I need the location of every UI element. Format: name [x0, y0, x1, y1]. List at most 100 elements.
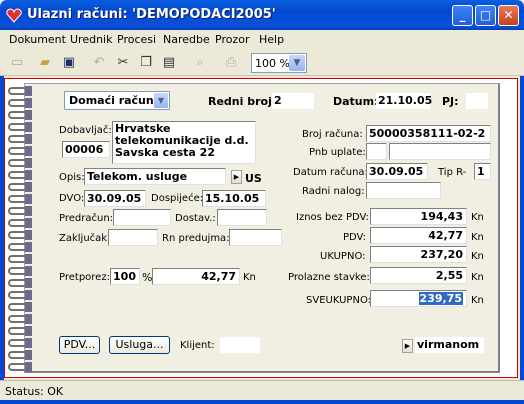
sveukupno-field[interactable]: 239,75 [370, 290, 467, 307]
spiral-ring [8, 134, 34, 144]
radni-nalog-label: Radni nalog: [302, 186, 365, 197]
datum-field[interactable]: 21.10.05 [376, 93, 432, 109]
klijent-label: Klijent: [180, 340, 215, 351]
datum-racuna-label: Datum računa: [293, 167, 368, 178]
pretporez-label: Pretporez: [59, 272, 110, 283]
opis-picker-arrow-icon[interactable]: ▶ [231, 170, 242, 184]
dospijece-field[interactable]: 15.10.05 [202, 190, 266, 207]
sveukupno-label: SVEUKUPNO: [306, 295, 372, 306]
prolazne-stavke-label: Prolazne stavke: [288, 272, 370, 283]
spiral-ring [8, 254, 34, 264]
zoom-value: 100 % [255, 57, 290, 70]
datum-racuna-field[interactable]: 30.09.05 [366, 163, 428, 180]
spiral-ring [8, 122, 34, 132]
prolazne-stavke-field[interactable]: 2,55 [370, 267, 467, 284]
datum-label: Datum: [333, 95, 379, 108]
pretporez-percent-field[interactable]: 100 [110, 268, 140, 285]
iznos-bez-pdv-label: Iznos bez PDV: [296, 212, 369, 223]
spiral-ring [8, 194, 34, 204]
redni-broj-field[interactable]: 2 [272, 93, 314, 109]
pj-label: PJ: [442, 95, 459, 108]
menu-dokument[interactable]: Dokument [9, 33, 66, 46]
payment-picker-arrow-icon[interactable]: ▶ [402, 339, 413, 353]
minimize-button[interactable]: _ [452, 5, 473, 26]
spiral-ring [8, 314, 34, 324]
payment-method-field[interactable]: virmanom [415, 337, 484, 353]
spiral-ring [8, 206, 34, 216]
predracun-field[interactable] [113, 209, 171, 226]
pnb-uplate-label: Pnb uplate: [309, 147, 366, 158]
copy-icon[interactable]: ❐ [137, 54, 155, 72]
save-icon[interactable]: ▣ [60, 54, 78, 72]
dvo-label: DVO: [59, 193, 85, 204]
pdv-currency: Kn [471, 232, 484, 243]
pj-field[interactable] [466, 93, 488, 109]
cut-icon[interactable]: ✂ [114, 54, 132, 72]
tip-r-label: Tip R- [438, 167, 467, 178]
iznos-bez-pdv-field[interactable]: 194,43 [370, 208, 467, 225]
dobavljac-label: Dobavljač: [59, 125, 112, 136]
broj-racuna-field[interactable]: 50000358111-02-2 [366, 125, 491, 142]
sveukupno-currency: Kn [471, 295, 484, 306]
zoom-select[interactable]: 100 % ▼ [251, 53, 307, 73]
pdv-button[interactable]: PDV... [59, 336, 100, 354]
us-label: US [245, 172, 262, 185]
open-folder-icon[interactable]: ▰ [36, 54, 54, 72]
window-title: Ulazni računi: 'DEMOPODACI2005' [27, 7, 276, 22]
close-button[interactable]: ✕ [498, 5, 519, 26]
usluga-button[interactable]: Usluga... [109, 336, 170, 354]
dostav-field[interactable] [217, 209, 267, 226]
iznos-bez-pdv-currency: Kn [471, 212, 484, 223]
chevron-down-icon[interactable]: ▼ [154, 93, 168, 108]
spiral-ring [8, 278, 34, 288]
spiral-ring [8, 86, 34, 96]
rn-predujma-label: Rn predujma: [162, 233, 230, 244]
menu-prozor[interactable]: Prozor [215, 33, 249, 46]
pretporez-amount-field[interactable]: 42,77 [152, 268, 240, 285]
menu-help[interactable]: Help [259, 33, 284, 46]
pnb-model-field[interactable] [366, 143, 387, 160]
menu-urednik[interactable]: Urednik [70, 33, 112, 46]
chevron-down-icon[interactable]: ▼ [289, 55, 305, 71]
supplier-name-box[interactable]: Hrvatske telekomunikacije d.d. Savska ce… [112, 121, 256, 164]
undo-icon[interactable]: ↶ [90, 54, 108, 72]
klijent-field[interactable] [220, 337, 260, 353]
status-text: Status: OK [5, 385, 64, 398]
pnb-number-field[interactable] [389, 143, 491, 160]
tip-r-field[interactable]: 1 [474, 163, 491, 180]
dvo-field[interactable]: 30.09.05 [84, 190, 146, 207]
rn-predujma-field[interactable] [229, 229, 282, 246]
dospijece-label: Dospijeće: [151, 193, 204, 204]
maximize-button[interactable]: □ [475, 5, 496, 26]
radni-nalog-field[interactable] [366, 182, 441, 199]
ukupno-currency: Kn [471, 251, 484, 262]
sveukupno-selected-value: 239,75 [418, 292, 463, 305]
menu-procesi[interactable]: Procesi [117, 33, 156, 46]
spiral-ring [8, 302, 34, 312]
broj-racuna-label: Broj računa: [302, 129, 363, 140]
predracun-label: Predračun: [59, 213, 114, 224]
ukupno-label: UKUPNO: [320, 251, 366, 262]
spiral-ring [8, 242, 34, 252]
menu-naredbe[interactable]: Naredbe [163, 33, 210, 46]
spiral-ring [8, 146, 34, 156]
spiral-ring [8, 290, 34, 300]
opis-field[interactable]: Telekom. usluge [84, 168, 226, 185]
zakljucak-field[interactable] [108, 229, 158, 246]
document-type-select[interactable]: Domaći računi ▼ [64, 91, 170, 110]
print-icon[interactable]: ⎙ [222, 54, 240, 72]
spiral-ring [8, 182, 34, 192]
spiral-ring [8, 326, 34, 336]
spiral-ring [8, 170, 34, 180]
new-document-icon[interactable]: ▭ [8, 54, 26, 72]
zakljucak-label: Zaključak: [59, 233, 111, 244]
paste-icon[interactable]: ▤ [160, 54, 178, 72]
find-icon[interactable]: ⌕ [191, 54, 209, 72]
supplier-code-field[interactable]: 00006 [62, 141, 110, 158]
pdv-field[interactable]: 42,77 [370, 227, 467, 244]
app-icon[interactable] [6, 8, 22, 23]
spiral-ring [8, 230, 34, 240]
ukupno-field[interactable]: 237,20 [370, 246, 467, 263]
pdv-label: PDV: [343, 232, 366, 243]
spiral-ring [8, 338, 34, 348]
